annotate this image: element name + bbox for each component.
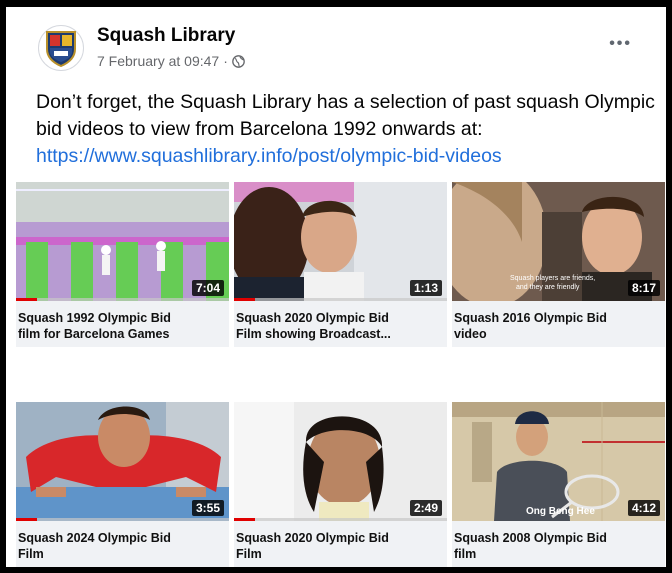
video-duration: 4:12 [627,500,660,516]
video-title: Squash 2008 Olympic Bid film [454,530,654,562]
post-timestamp[interactable]: 7 February at 09:47 [97,53,219,69]
watch-progress-fill [16,518,38,521]
watch-progress-fill [16,298,38,301]
video-thumbnail: 7:04 [16,182,229,301]
video-thumbnail: 1:13 [234,182,447,301]
video-title-line: video [454,327,487,341]
video-title-line: Squash 2024 Olympic Bid [18,531,171,545]
post-link[interactable]: https://www.squashlibrary.info/post/olym… [36,143,656,170]
watch-progress-bar [234,298,447,301]
video-title-line: Film [18,547,44,561]
video-thumbnail: Ong Beng Hee 4:12 [452,402,665,521]
watch-progress-bar [16,298,229,301]
video-duration: 2:49 [409,500,442,516]
watch-progress-fill [234,518,256,521]
post-text-line: Don’t forget, the Squash Library has a s… [36,91,655,113]
video-title: Squash 2024 Olympic Bid Film [18,530,218,562]
facebook-post-card: Squash Library 7 February at 09:47 · •••… [6,7,666,567]
video-duration: 1:13 [409,280,442,296]
watch-progress-bar [16,518,229,521]
video-title: Squash 2020 Olympic Bid Film showing Bro… [236,310,436,342]
video-title-line: Squash 1992 Olympic Bid [18,311,171,325]
thumbnail-subtitle: Squash players are friends, [510,275,595,282]
video-duration: 8:17 [627,280,660,296]
post-body: Don’t forget, the Squash Library has a s… [36,89,656,170]
video-title-line: Squash 2020 Olympic Bid [236,311,389,325]
crest-logo-icon [46,31,76,67]
page-avatar[interactable] [38,25,84,71]
video-title: Squash 2016 Olympic Bid video [454,310,654,342]
video-title-line: film [454,547,477,561]
video-title-line: Film showing Broadcast... [236,327,391,341]
video-duration: 3:55 [191,500,224,516]
video-title-line: film for Barcelona Games [18,327,170,341]
post-header: Squash Library 7 February at 09:47 · ••• [6,7,666,82]
post-author[interactable]: Squash Library [97,25,235,47]
video-title: Squash 1992 Olympic Bid film for Barcelo… [18,310,218,342]
thumbnail-player-name: Ong Beng Hee [526,506,595,517]
row-separator [16,360,666,402]
video-thumbnail: 3:55 [16,402,229,521]
meta-separator: · [223,53,228,69]
video-tile[interactable]: 1:13 Squash 2020 Olympic Bid Film showin… [234,182,447,347]
video-tile[interactable]: 2:49 Squash 2020 Olympic Bid Film [234,402,447,567]
video-tile[interactable]: 3:55 Squash 2024 Olympic Bid Film [16,402,229,567]
screenshot-frame: Squash Library 7 February at 09:47 · •••… [0,0,672,573]
globe-icon [232,54,245,68]
video-title: Squash 2020 Olympic Bid Film [236,530,436,562]
video-grid: 7:04 Squash 1992 Olympic Bid film for Ba… [16,182,666,567]
video-thumbnail: 2:49 [234,402,447,521]
video-title-line: Film [236,547,262,561]
more-options-icon: ••• [609,35,632,52]
thumbnail-subtitle: and they are friendly [516,284,580,291]
post-meta: 7 February at 09:47 · [97,53,245,69]
video-tile[interactable]: Squash players are friends, and they are… [452,182,665,347]
video-duration: 7:04 [191,280,224,296]
post-text-line: bid videos to view from Barcelona 1992 o… [36,118,483,140]
more-options-button[interactable]: ••• [609,35,632,53]
watch-progress-fill [234,298,256,301]
watch-progress-bar [234,518,447,521]
video-title-line: Squash 2020 Olympic Bid [236,531,389,545]
video-title-line: Squash 2008 Olympic Bid [454,531,607,545]
video-tile[interactable]: Ong Beng Hee 4:12 Squash 2008 Olympic Bi… [452,402,665,567]
video-thumbnail: Squash players are friends, and they are… [452,182,665,301]
video-tile[interactable]: 7:04 Squash 1992 Olympic Bid film for Ba… [16,182,229,347]
video-title-line: Squash 2016 Olympic Bid [454,311,607,325]
